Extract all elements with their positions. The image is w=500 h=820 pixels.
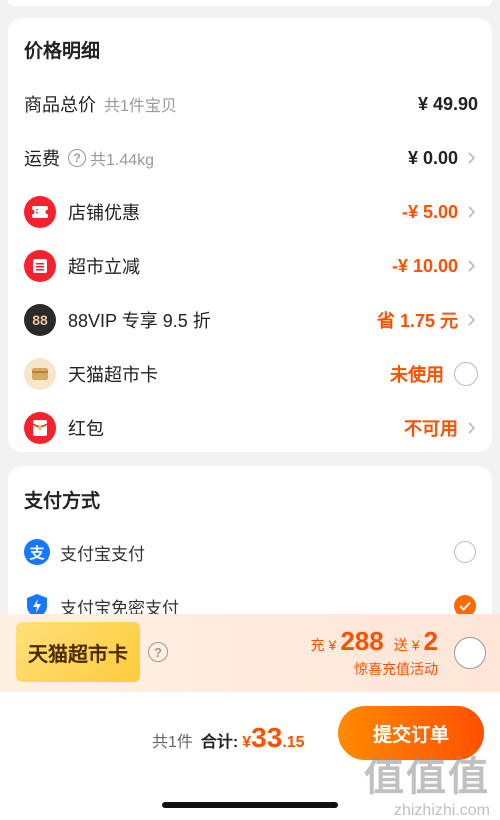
alipay-label: 支付宝支付 bbox=[60, 544, 145, 564]
price-details-title: 价格明细 bbox=[24, 41, 101, 62]
total-label: 合计: bbox=[200, 734, 239, 751]
tmall-card-radio[interactable] bbox=[454, 362, 478, 386]
home-indicator[interactable] bbox=[162, 802, 338, 808]
row-shipping[interactable]: 运费 ? 共1.44kg ¥ 0.00 bbox=[8, 138, 492, 178]
checkout-bar: 共1件 合计: ¥ 33 .15 提交订单 值值值 zhizhizhi.com bbox=[0, 692, 500, 820]
chevron-right-icon bbox=[468, 260, 476, 272]
watermark: 值值值 zhizhizhi.com bbox=[364, 744, 490, 820]
vip-label: 88VIP 专享 9.5 折 bbox=[68, 311, 211, 331]
price-details-card: 价格明细 商品总价 共1件宝贝 ¥ 49.90 运费 ? 共1.44kg ¥ 0… bbox=[8, 18, 492, 452]
gift-amount: 2 bbox=[423, 626, 438, 656]
tmall-card-status: 未使用 bbox=[390, 365, 444, 385]
tmall-supermarket-card-badge: 天猫超市卡 bbox=[16, 622, 140, 682]
order-total: 共1件 合计: ¥ 33 .15 bbox=[152, 722, 305, 754]
promo-radio[interactable] bbox=[454, 637, 486, 669]
total-integer: 33 bbox=[251, 722, 283, 753]
goods-total-value: ¥ 49.90 bbox=[417, 93, 478, 114]
watermark-logo: 值值值 bbox=[364, 755, 490, 799]
previous-card-edge bbox=[8, 0, 492, 6]
promo-subtitle: 惊喜充值活动 bbox=[354, 661, 438, 677]
store-discount-label: 店铺优惠 bbox=[68, 203, 140, 223]
gift-currency: ¥ bbox=[411, 637, 420, 653]
checkmark-icon bbox=[459, 601, 471, 611]
recharge-currency: ¥ bbox=[328, 637, 337, 653]
red-packet-status: 不可用 bbox=[404, 419, 458, 439]
alipay-icon: 支 bbox=[24, 539, 50, 565]
row-goods-total: 商品总价 共1件宝贝 ¥ 49.90 bbox=[8, 84, 492, 124]
red-packet-icon bbox=[24, 412, 56, 444]
chevron-right-icon bbox=[468, 314, 476, 326]
payment-option-alipay[interactable]: 支 支付宝支付 bbox=[8, 532, 492, 572]
store-discount-value: -¥ 5.00 bbox=[401, 201, 458, 222]
row-red-packet[interactable]: 红包 不可用 bbox=[8, 408, 492, 448]
recharge-prefix: 充 bbox=[310, 637, 325, 653]
ticket-icon bbox=[24, 196, 56, 228]
shipping-weight: 共1.44kg bbox=[90, 152, 155, 169]
total-decimal: .15 bbox=[282, 734, 305, 751]
row-tmall-card[interactable]: 天猫超市卡 未使用 bbox=[8, 354, 492, 394]
total-currency: ¥ bbox=[242, 734, 252, 751]
chevron-right-icon bbox=[468, 152, 476, 164]
vip-saving-value: 省 1.75 元 bbox=[376, 311, 458, 331]
gift-prefix: 送 bbox=[393, 637, 408, 653]
chevron-right-icon bbox=[468, 422, 476, 434]
help-icon[interactable]: ? bbox=[148, 642, 168, 662]
row-store-discount[interactable]: 店铺优惠 -¥ 5.00 bbox=[8, 192, 492, 232]
recharge-amount: 288 bbox=[340, 626, 384, 656]
supermarket-discount-value: -¥ 10.00 bbox=[391, 255, 458, 276]
shipping-value: ¥ 0.00 bbox=[407, 147, 458, 168]
card-icon bbox=[24, 358, 56, 390]
recharge-promo-banner[interactable]: 天猫超市卡 ? 充 ¥ 288 送 ¥ 2 惊喜充值活动 bbox=[0, 614, 500, 692]
goods-total-label: 商品总价 bbox=[24, 95, 96, 115]
supermarket-discount-icon bbox=[24, 250, 56, 282]
alipay-radio[interactable] bbox=[454, 541, 476, 563]
vip-88-icon: 88 bbox=[24, 304, 56, 336]
row-supermarket-discount[interactable]: 超市立减 -¥ 10.00 bbox=[8, 246, 492, 286]
watermark-url: zhizhizhi.com bbox=[393, 802, 490, 819]
help-icon[interactable]: ? bbox=[68, 149, 86, 167]
red-packet-label: 红包 bbox=[68, 419, 104, 439]
chevron-right-icon bbox=[468, 206, 476, 218]
row-88vip[interactable]: 88 88VIP 专享 9.5 折 省 1.75 元 bbox=[8, 300, 492, 340]
shipping-label: 运费 bbox=[24, 149, 60, 169]
goods-count: 共1件宝贝 bbox=[104, 98, 177, 115]
supermarket-discount-label: 超市立减 bbox=[68, 257, 140, 277]
item-count: 共1件 bbox=[152, 734, 193, 751]
promo-offer: 充 ¥ 288 送 ¥ 2 惊喜充值活动 bbox=[311, 626, 438, 679]
payment-method-card: 支付方式 支 支付宝支付 支付宝免密支付 bbox=[8, 466, 492, 626]
payment-method-title: 支付方式 bbox=[24, 491, 101, 512]
tmall-card-label: 天猫超市卡 bbox=[68, 365, 158, 385]
